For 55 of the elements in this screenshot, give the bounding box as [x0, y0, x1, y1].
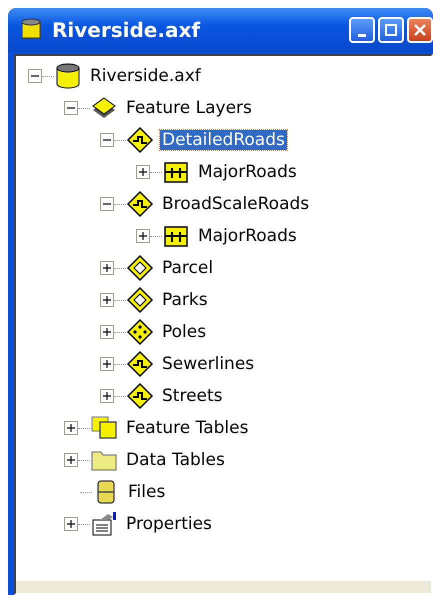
expander-toggle[interactable]: [100, 133, 114, 147]
database-icon: [54, 62, 82, 90]
expander-toggle[interactable]: [100, 389, 114, 403]
tree-item[interactable]: Parcel: [160, 258, 216, 278]
line-layer-icon: [126, 126, 154, 154]
tree-item[interactable]: Poles: [160, 322, 208, 342]
expander-toggle[interactable]: [64, 453, 78, 467]
plus-icon: [103, 360, 111, 368]
point-layer-icon: [126, 318, 154, 346]
plus-icon: [67, 456, 75, 464]
tree-item[interactable]: Riverside.axf: [88, 66, 203, 86]
expander-toggle[interactable]: [64, 517, 78, 531]
expander-toggle[interactable]: [28, 69, 42, 83]
expander-toggle[interactable]: [100, 325, 114, 339]
plus-icon: [103, 392, 111, 400]
tree-item[interactable]: MajorRoads: [196, 162, 299, 182]
maximize-icon: [385, 24, 397, 36]
minimize-button[interactable]: [349, 17, 375, 43]
tree-item[interactable]: Parks: [160, 290, 210, 310]
expander-toggle[interactable]: [136, 229, 150, 243]
polygon-layer-icon: [126, 254, 154, 282]
plus-icon: [103, 328, 111, 336]
expander-toggle[interactable]: [64, 101, 78, 115]
properties-icon: [90, 510, 118, 538]
line-layer-icon: [126, 350, 154, 378]
minimize-icon: [358, 34, 366, 36]
expander-toggle[interactable]: [100, 357, 114, 371]
tree-item[interactable]: BroadScaleRoads: [160, 194, 312, 214]
tree-item[interactable]: DetailedRoads: [160, 130, 287, 150]
plus-icon: [67, 424, 75, 432]
tree-item[interactable]: Feature Layers: [124, 98, 254, 118]
tree-item[interactable]: Sewerlines: [160, 354, 256, 374]
tree-item[interactable]: MajorRoads: [196, 226, 299, 246]
expander-toggle[interactable]: [136, 165, 150, 179]
tree-item[interactable]: Data Tables: [124, 450, 227, 470]
tree-item[interactable]: Files: [126, 482, 168, 502]
window-title: Riverside.axf: [52, 18, 202, 42]
tree-item[interactable]: Feature Tables: [124, 418, 250, 438]
maximize-button[interactable]: [378, 17, 404, 43]
plus-icon: [139, 168, 147, 176]
close-icon: [414, 24, 426, 36]
tree-item[interactable]: Streets: [160, 386, 225, 406]
tree-item[interactable]: Properties: [124, 514, 214, 534]
close-button[interactable]: [407, 17, 433, 43]
plus-icon: [67, 520, 75, 528]
line-layer-icon: [126, 190, 154, 218]
plus-icon: [103, 296, 111, 304]
line-layer-icon: [126, 382, 154, 410]
expander-toggle[interactable]: [100, 293, 114, 307]
plus-icon: [139, 232, 147, 240]
expander-toggle[interactable]: [100, 197, 114, 211]
expander-toggle[interactable]: [64, 421, 78, 435]
expander-toggle[interactable]: [100, 261, 114, 275]
polygon-layer-icon: [126, 286, 154, 314]
plus-icon: [103, 264, 111, 272]
